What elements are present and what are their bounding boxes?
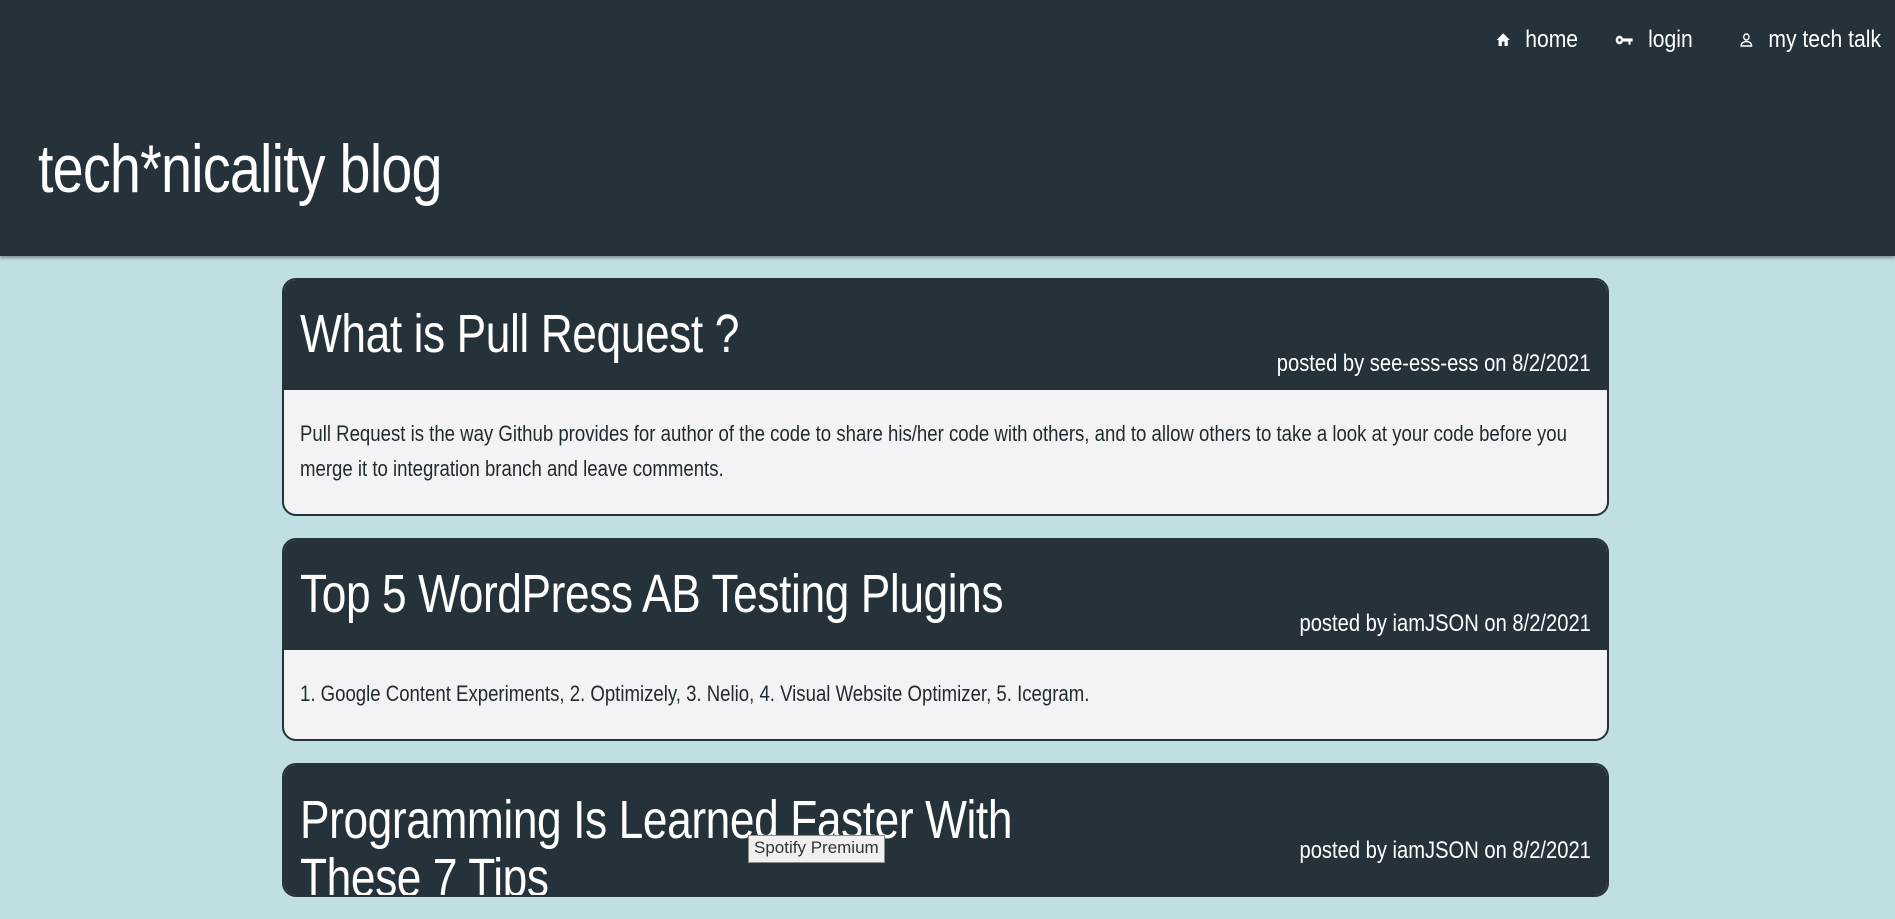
nav-my-tech-talk-link[interactable]: my tech talk	[1738, 26, 1881, 54]
post-header: Top 5 WordPress AB Testing Plugins poste…	[284, 540, 1607, 650]
nav-my-tech-talk-label: my tech talk	[1768, 26, 1881, 53]
post-body: Pull Request is the way Github provides …	[284, 390, 1607, 514]
site-header: home login my tech talk tech*nicality bl…	[0, 0, 1895, 256]
nav-login-label: login	[1648, 26, 1693, 53]
post-list: What is Pull Request ? posted by see-ess…	[282, 278, 1609, 919]
post-body: 1. Google Content Experiments, 2. Optimi…	[284, 650, 1607, 739]
key-icon	[1615, 31, 1634, 49]
post-meta: posted by iamJSON on 8/2/2021	[1299, 610, 1591, 637]
post-meta: posted by see-ess-ess on 8/2/2021	[1277, 350, 1591, 377]
post-header: What is Pull Request ? posted by see-ess…	[284, 280, 1607, 390]
post-card: Top 5 WordPress AB Testing Plugins poste…	[282, 538, 1609, 741]
nav-home-link[interactable]: home	[1495, 26, 1578, 54]
post-body-text: Pull Request is the way Github provides …	[300, 421, 1567, 481]
top-nav: home login my tech talk	[1484, 26, 1881, 54]
nav-login-link[interactable]: login	[1615, 26, 1693, 54]
post-header: Programming Is Learned Faster With These…	[284, 765, 1607, 895]
post-title[interactable]: Top 5 WordPress AB Testing Plugins	[300, 566, 1004, 622]
post-meta: posted by iamJSON on 8/2/2021	[1299, 837, 1591, 864]
post-card: Programming Is Learned Faster With These…	[282, 763, 1609, 897]
post-title[interactable]: What is Pull Request ?	[300, 306, 739, 362]
post-card: What is Pull Request ? posted by see-ess…	[282, 278, 1609, 516]
nav-home-label: home	[1525, 26, 1579, 53]
post-title[interactable]: Programming Is Learned Faster With These…	[300, 790, 1013, 897]
taskbar-tooltip: Spotify Premium	[748, 835, 885, 863]
site-title: tech*nicality blog	[38, 131, 443, 207]
post-body-text: 1. Google Content Experiments, 2. Optimi…	[300, 681, 1090, 706]
post-title-line-1: Programming Is Learned Faster With	[300, 790, 1013, 850]
person-icon	[1738, 31, 1754, 49]
home-icon	[1495, 31, 1511, 49]
post-title-line-2: These 7 Tips	[300, 848, 549, 897]
